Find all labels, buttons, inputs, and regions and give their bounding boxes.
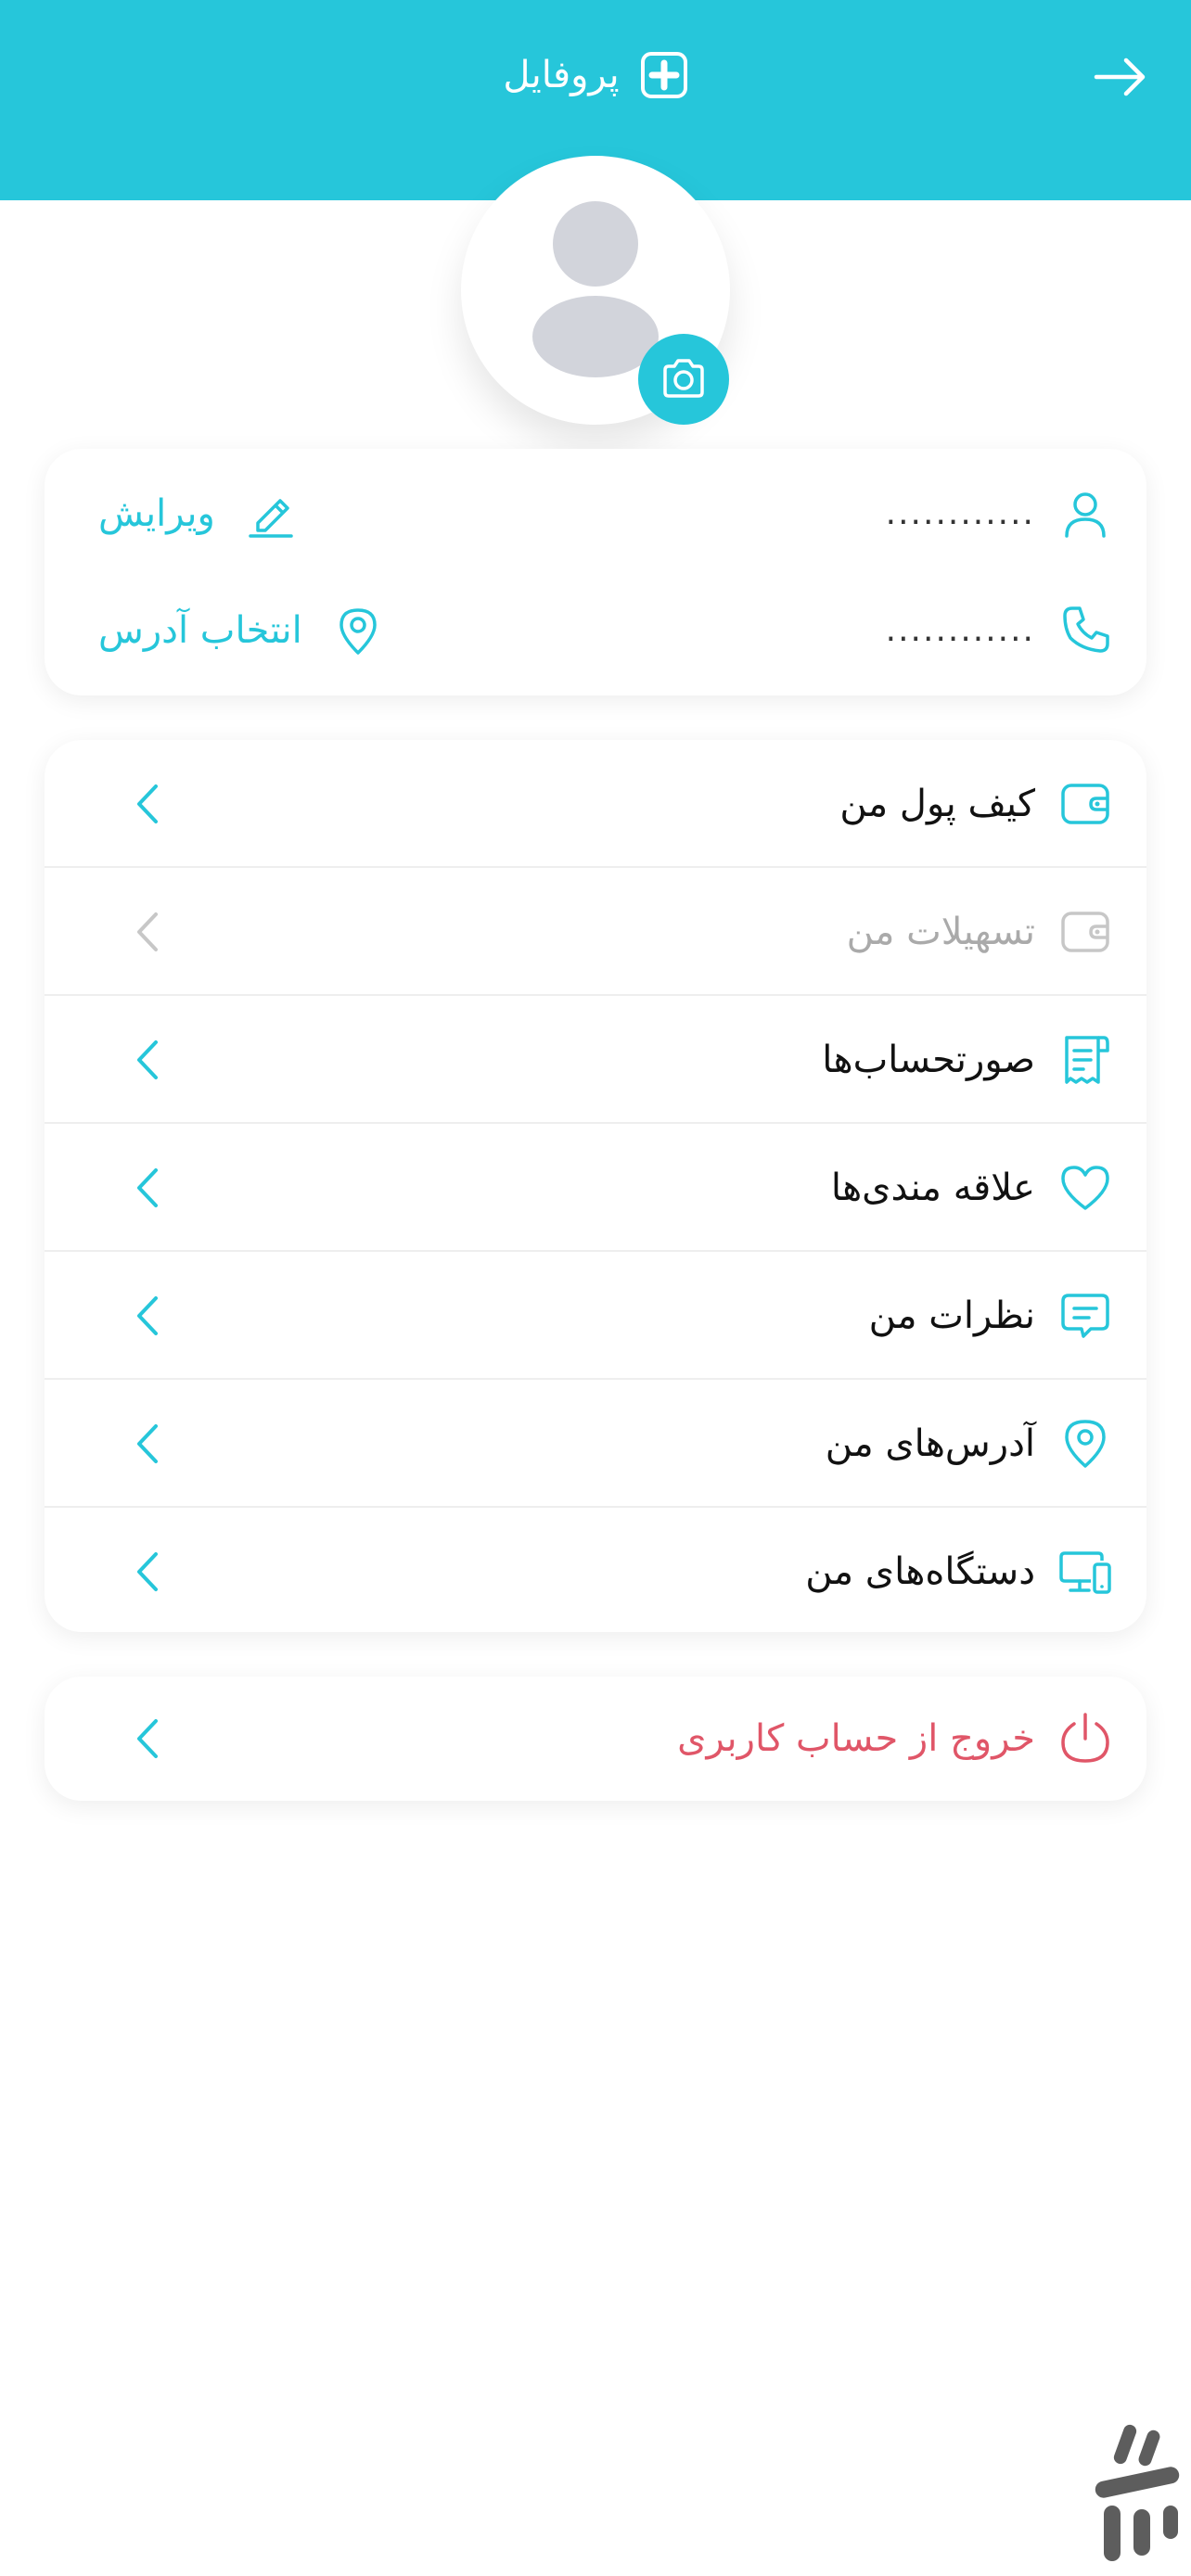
plus-square-icon <box>640 51 688 99</box>
phone-row: ............ انتخاب آدرس <box>45 575 1146 686</box>
menu-item-comments[interactable]: نظرات من <box>45 1252 1146 1380</box>
location-pin-icon <box>332 605 384 657</box>
comment-icon <box>1061 1294 1109 1338</box>
phone-value: ............ <box>885 611 1035 649</box>
chevron-left-icon <box>137 912 158 951</box>
heart-icon <box>1061 1166 1109 1210</box>
select-address-label: انتخاب آدرس <box>98 609 302 652</box>
logout-button[interactable]: خروج از حساب کاربری <box>45 1677 1146 1801</box>
camera-icon <box>663 359 704 398</box>
chevron-left-icon <box>137 784 158 823</box>
logout-card: خروج از حساب کاربری <box>45 1677 1146 1801</box>
chevron-left-icon <box>137 1040 158 1079</box>
menu-item-label: صورتحساب‌ها <box>822 1039 1035 1081</box>
edit-profile-button[interactable]: ویرایش <box>98 480 297 547</box>
select-address-button[interactable]: انتخاب آدرس <box>98 597 384 664</box>
menu-item-label: کیف پول من <box>839 783 1035 825</box>
menu-item-label: تسهیلات من <box>846 911 1035 953</box>
chevron-left-icon <box>137 1719 158 1758</box>
location-pin-icon <box>1065 1420 1106 1468</box>
back-button[interactable] <box>1091 48 1148 106</box>
menu-item-addresses[interactable]: آدرس‌های من <box>45 1380 1146 1508</box>
store-logo-icon <box>1095 2424 1180 2561</box>
chevron-left-icon <box>137 1296 158 1335</box>
power-icon <box>1061 1713 1109 1763</box>
menu-item-favorites[interactable]: علاقه مندی‌ها <box>45 1124 1146 1252</box>
menu-item-invoices[interactable]: صورتحساب‌ها <box>45 996 1146 1124</box>
menu-card: کیف پول من تسهیلات من صورتحساب‌ها علا <box>45 740 1146 1632</box>
devices-icon <box>1059 1551 1111 1594</box>
user-icon <box>1065 492 1106 538</box>
chevron-left-icon <box>137 1168 158 1207</box>
profile-info-card: ............ ویرایش ............ انتخاب … <box>45 449 1146 695</box>
logout-label: خروج از حساب کاربری <box>677 1717 1035 1760</box>
page-title: پروفایل <box>503 54 620 96</box>
wallet-icon <box>1061 912 1109 952</box>
change-photo-button[interactable] <box>638 334 729 425</box>
menu-item-facilities[interactable]: تسهیلات من <box>45 868 1146 996</box>
chevron-left-icon <box>137 1424 158 1463</box>
menu-item-wallet[interactable]: کیف پول من <box>45 740 1146 868</box>
chevron-left-icon <box>137 1552 158 1591</box>
menu-item-label: علاقه مندی‌ها <box>830 1167 1035 1209</box>
menu-item-label: دستگاه‌های من <box>805 1550 1035 1593</box>
edit-label: ویرایش <box>98 492 215 535</box>
arrow-right-icon <box>1094 57 1146 96</box>
invoice-icon <box>1065 1036 1109 1084</box>
name-value: ............ <box>885 494 1035 532</box>
phone-icon <box>1063 606 1109 653</box>
wallet-icon <box>1061 784 1109 824</box>
menu-item-label: نظرات من <box>868 1294 1035 1337</box>
name-row: ............ ویرایش <box>45 458 1146 569</box>
pencil-icon <box>245 488 297 540</box>
menu-item-devices[interactable]: دستگاه‌های من <box>45 1508 1146 1636</box>
menu-item-label: آدرس‌های من <box>825 1422 1035 1465</box>
header-title-group: پروفایل <box>0 43 1191 108</box>
